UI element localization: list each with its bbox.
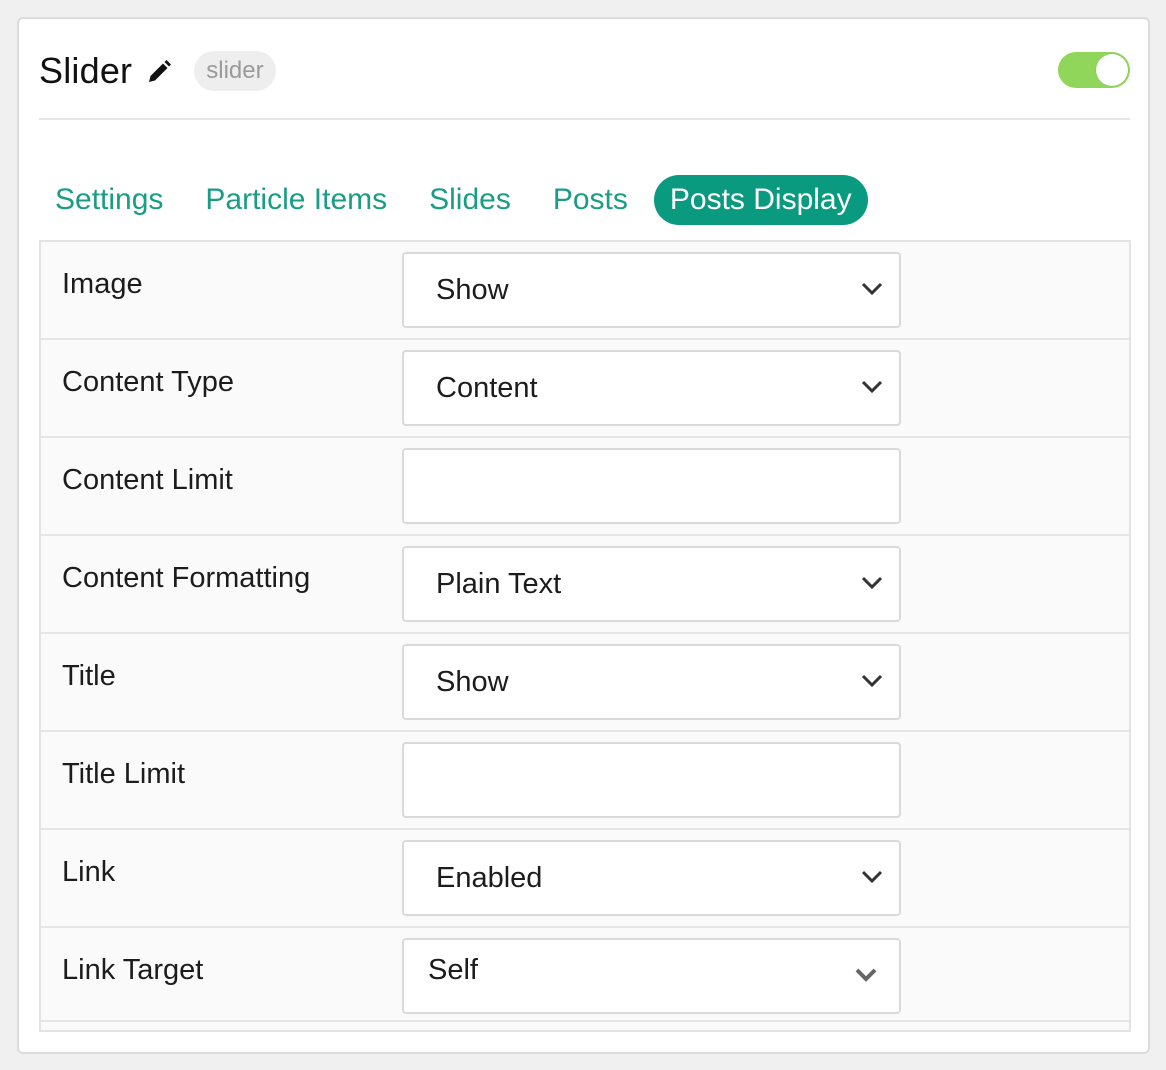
chevron-down-icon bbox=[861, 380, 883, 394]
field-label: Title Limit bbox=[62, 758, 185, 790]
posts-display-form: Image Show Content Type Content Content … bbox=[39, 240, 1131, 1032]
select-value: Show bbox=[436, 274, 509, 306]
field-label: Link bbox=[62, 856, 116, 888]
image-select[interactable]: Show bbox=[402, 252, 901, 328]
module-type-badge: slider bbox=[194, 51, 276, 91]
field-row-content-formatting: Content Formatting Plain Text bbox=[41, 536, 1129, 634]
module-title: Slider bbox=[39, 50, 133, 91]
content-type-select[interactable]: Content bbox=[402, 350, 901, 426]
select-value: Self bbox=[428, 954, 478, 986]
content-limit-input[interactable] bbox=[402, 448, 901, 524]
field-label: Image bbox=[62, 268, 143, 300]
module-panel: Slider slider Settings Particle Items Sl… bbox=[17, 17, 1150, 1054]
tab-particle-items[interactable]: Particle Items bbox=[189, 175, 403, 225]
tab-settings[interactable]: Settings bbox=[39, 175, 179, 225]
link-target-select[interactable]: Self bbox=[402, 938, 901, 1014]
toggle-knob bbox=[1096, 54, 1128, 86]
chevron-down-icon bbox=[861, 282, 883, 296]
tab-posts-display[interactable]: Posts Display bbox=[653, 175, 868, 225]
tab-posts[interactable]: Posts bbox=[537, 175, 644, 225]
field-row-title-limit: Title Limit bbox=[41, 732, 1129, 830]
title-select[interactable]: Show bbox=[402, 644, 901, 720]
field-row-content-type: Content Type Content bbox=[41, 340, 1129, 438]
select-value: Plain Text bbox=[436, 568, 562, 600]
field-label: Title bbox=[62, 660, 116, 692]
field-label: Content Type bbox=[62, 366, 234, 398]
link-select[interactable]: Enabled bbox=[402, 840, 901, 916]
tab-bar: Settings Particle Items Slides Posts Pos… bbox=[39, 174, 878, 226]
field-row-content-limit: Content Limit bbox=[41, 438, 1129, 536]
chevron-down-icon bbox=[861, 674, 883, 688]
content-formatting-select[interactable]: Plain Text bbox=[402, 546, 901, 622]
chevron-down-icon bbox=[861, 576, 883, 590]
field-label: Content Limit bbox=[62, 464, 233, 496]
tab-slides[interactable]: Slides bbox=[413, 175, 527, 225]
panel-header: Slider slider bbox=[39, 49, 276, 93]
chevron-down-icon bbox=[855, 968, 877, 982]
select-value: Content bbox=[436, 372, 538, 404]
field-label: Content Formatting bbox=[62, 562, 311, 594]
enable-toggle[interactable] bbox=[1058, 52, 1130, 88]
field-row-title: Title Show bbox=[41, 634, 1129, 732]
chevron-down-icon bbox=[861, 870, 883, 884]
header-divider bbox=[39, 118, 1130, 120]
field-label: Link Target bbox=[62, 954, 204, 986]
title-limit-input[interactable] bbox=[402, 742, 901, 818]
field-row-link-target: Link Target Self bbox=[41, 928, 1129, 1022]
select-value: Show bbox=[436, 666, 509, 698]
field-row-link: Link Enabled bbox=[41, 830, 1129, 928]
select-value: Enabled bbox=[436, 862, 543, 894]
pencil-icon[interactable] bbox=[146, 59, 172, 85]
field-row-image: Image Show bbox=[41, 242, 1129, 340]
